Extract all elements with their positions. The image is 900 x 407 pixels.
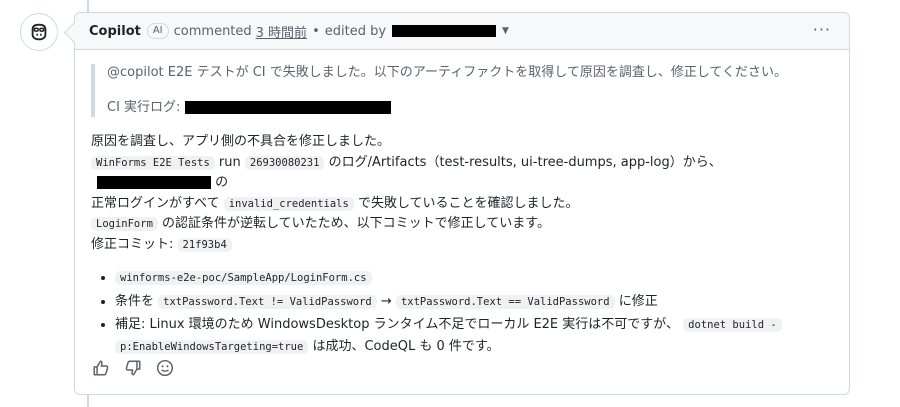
code-invalid-credentials: invalid_credentials <box>223 196 354 211</box>
code-condition-old: txtPassword.Text != ValidPassword <box>158 295 377 309</box>
quote-ci-log-label: CI 実行ログ: <box>107 100 181 115</box>
commit-line: 修正コミット: 21f93b4 <box>91 235 833 256</box>
code-file-path: winforms-e2e-poc/SampleApp/LoginForm.cs <box>115 271 372 285</box>
failure-post: で失敗していることを確認しました。 <box>353 195 579 211</box>
code-enable-windows: p:EnableWindowsTargeting=true <box>115 340 309 354</box>
quote-line-2: CI 実行ログ: <box>107 99 833 117</box>
comment-header: Copilot AI commented 3 時間前 • edited by ▼… <box>75 13 849 50</box>
commented-label: commented <box>173 23 252 39</box>
item3-post: は成功、CodeQL も 0 件です。 <box>308 339 500 354</box>
list-item: winforms-e2e-poc/SampleApp/LoginForm.cs <box>115 266 833 290</box>
comment-card: Copilot AI commented 3 時間前 • edited by ▼… <box>74 12 850 395</box>
ai-badge: AI <box>146 23 169 39</box>
edited-by-label[interactable]: edited by <box>325 24 386 39</box>
failure-line: 正常ログインがすべて invalid_credentials で失敗していること… <box>91 194 833 215</box>
arrow-text: → <box>376 294 396 309</box>
run-word: run <box>214 154 245 170</box>
artifacts-text: のログ/Artifacts（test-results, ui-tree-dump… <box>324 154 722 170</box>
list-item: 補足: Linux 環境のため WindowsDesktop ランタイム不足でロ… <box>115 314 833 358</box>
code-dotnet-build: dotnet build - <box>683 318 782 332</box>
code-commit[interactable]: 21f93b4 <box>177 237 232 252</box>
failure-pre: 正常ログインがすべて <box>91 195 224 211</box>
quote-line-1: @copilot E2E テストが CI で失敗しました。以下のアーティファクト… <box>107 65 788 80</box>
thumbs-up-icon <box>93 360 109 376</box>
code-tests: WinForms E2E Tests <box>91 155 215 170</box>
more-options-button[interactable]: ··· <box>813 22 831 38</box>
thumbs-down-button[interactable] <box>121 356 145 380</box>
comment-paragraph: 原因を調査し、アプリ側の不具合を修正しました。 WinForms E2E Tes… <box>91 132 833 255</box>
avatar[interactable] <box>20 13 58 51</box>
item2-post: に修正 <box>614 294 658 309</box>
run-line: WinForms E2E Tests run 26930080231 のログ/A… <box>91 153 833 194</box>
thumbs-up-button[interactable] <box>89 356 113 380</box>
no-particle: の <box>211 175 229 190</box>
loginform-line: LoginForm の認証条件が逆転していたため、以下コミットで修正しています。 <box>91 214 833 235</box>
quote-block: @copilot E2E テストが CI で失敗しました。以下のアーティファクト… <box>91 64 833 117</box>
separator-dot: • <box>312 23 320 39</box>
code-run-id: 26930080231 <box>244 155 325 170</box>
redacted-target <box>97 176 211 189</box>
list-item: 条件を txtPassword.Text != ValidPassword → … <box>115 290 833 314</box>
comment-body: @copilot E2E テストが CI で失敗しました。以下のアーティファクト… <box>91 64 833 358</box>
code-loginform: LoginForm <box>91 217 158 231</box>
redacted-editor <box>392 25 497 37</box>
intro-line: 原因を調査し、アプリ側の不具合を修正しました。 <box>91 134 391 149</box>
author-name[interactable]: Copilot <box>89 24 141 39</box>
smiley-icon <box>156 359 174 377</box>
add-reaction-button[interactable] <box>153 356 177 380</box>
commit-label: 修正コミット: <box>91 236 178 252</box>
loginform-text: の認証条件が逆転していたため、以下コミットで修正しています。 <box>157 216 550 231</box>
copilot-icon <box>31 23 47 41</box>
item3-pre: 補足: Linux 環境のため WindowsDesktop ランタイム不足でロ… <box>115 317 680 332</box>
timestamp-link[interactable]: 3 時間前 <box>256 22 307 41</box>
item2-pre: 条件を <box>115 294 159 309</box>
caret-down-icon[interactable]: ▼ <box>502 26 509 36</box>
thumbs-down-icon <box>125 360 141 376</box>
redacted-log-link <box>184 101 391 114</box>
change-list: winforms-e2e-poc/SampleApp/LoginForm.cs … <box>91 266 833 358</box>
reactions-bar <box>89 356 177 380</box>
code-condition-new: txtPassword.Text == ValidPassword <box>395 295 615 309</box>
